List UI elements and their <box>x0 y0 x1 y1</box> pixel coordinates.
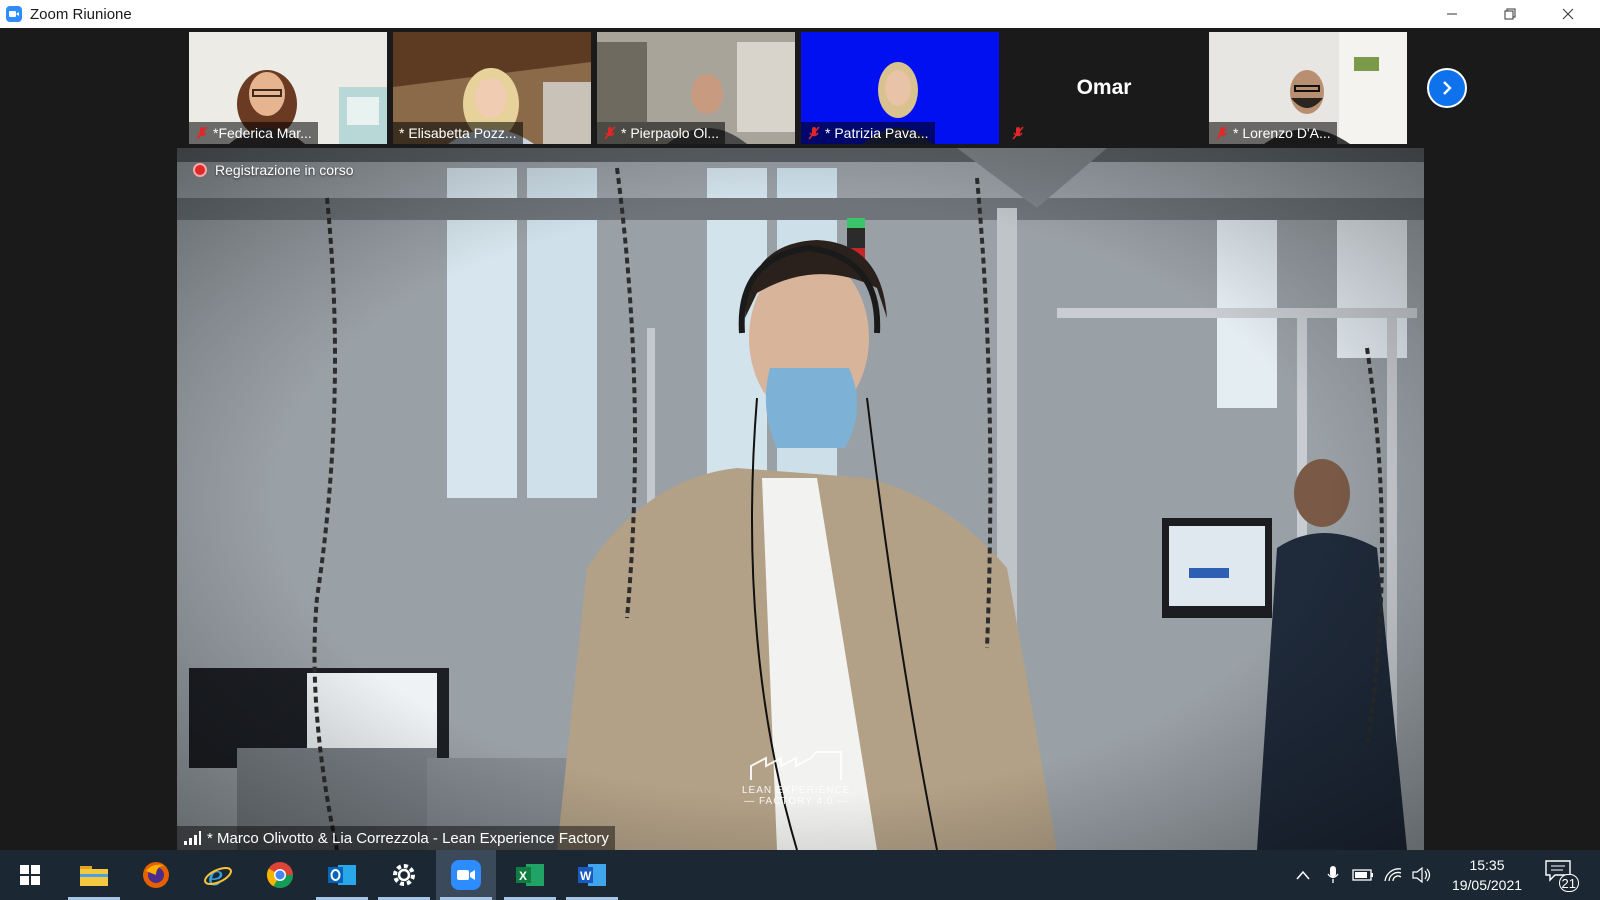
recording-status: Registrazione in corso <box>215 162 354 178</box>
minimize-icon[interactable] <box>1424 0 1480 28</box>
participant-name-bar: * Elisabetta Pozz... <box>393 122 523 144</box>
participant-name: *Federica Mar... <box>213 125 312 141</box>
participant-tile[interactable]: * Patrizia Pava... <box>801 32 999 144</box>
system-clock[interactable]: 15:35 19/05/2021 <box>1443 855 1531 895</box>
svg-text:W: W <box>580 869 592 883</box>
participant-name: * Pierpaolo Ol... <box>621 125 720 141</box>
firefox-icon[interactable] <box>126 850 186 900</box>
wifi-icon[interactable] <box>1381 850 1405 900</box>
participant-name-bar: * Lorenzo D'A... <box>1209 122 1337 144</box>
notification-count: 21 <box>1558 874 1579 892</box>
windows-taskbar: e X W 15:35 19/05/2021 21 <box>0 850 1600 900</box>
connection-signal-icon <box>184 831 201 845</box>
file-explorer-icon[interactable] <box>64 850 124 900</box>
gallery-next-button[interactable] <box>1427 68 1467 108</box>
settings-icon[interactable] <box>374 850 434 900</box>
battery-icon[interactable] <box>1350 850 1376 900</box>
window-title: Zoom Riunione <box>30 5 132 23</box>
participant-name-bar: *Federica Mar... <box>189 122 318 144</box>
meeting-stage: *Federica Mar... * Elisabetta Pozz... * … <box>0 28 1600 850</box>
muted-microphone-icon <box>808 126 820 140</box>
participant-name: Omar <box>1076 76 1132 99</box>
participant-name: * Lorenzo D'A... <box>1233 125 1331 141</box>
participant-name: * Patrizia Pava... <box>825 125 929 141</box>
participant-name-bar: * Pierpaolo Ol... <box>597 122 726 144</box>
participant-name: * Elisabetta Pozz... <box>399 125 517 141</box>
speaker-video-frame <box>177 148 1424 850</box>
participant-name-bar: * Patrizia Pava... <box>801 122 935 144</box>
speaker-name: * Marco Olivotto & Lia Correzzola - Lean… <box>207 829 609 847</box>
excel-icon[interactable]: X <box>500 850 560 900</box>
close-icon[interactable] <box>1540 0 1596 28</box>
svg-text:X: X <box>519 869 527 883</box>
participant-tile[interactable]: * Pierpaolo Ol... <box>597 32 795 144</box>
outlook-icon[interactable] <box>312 850 372 900</box>
participant-tile[interactable]: Omar <box>1005 32 1203 144</box>
active-speaker-video[interactable]: Registrazione in corso LEAN EXPERIENCE —… <box>177 148 1424 850</box>
internet-explorer-icon[interactable]: e <box>188 850 248 900</box>
muted-microphone-icon <box>196 126 208 140</box>
action-center-button[interactable]: 21 <box>1545 860 1581 892</box>
zoom-icon <box>6 6 22 22</box>
windows-start-icon[interactable] <box>0 850 60 900</box>
clock-time: 15:35 <box>1469 857 1505 873</box>
participant-tile[interactable]: * Elisabetta Pozz... <box>393 32 591 144</box>
muted-microphone-icon <box>1216 126 1228 140</box>
recording-icon <box>193 163 207 177</box>
muted-microphone-icon <box>604 126 616 140</box>
participant-tile[interactable]: *Federica Mar... <box>189 32 387 144</box>
microphone-icon[interactable] <box>1322 850 1344 900</box>
chrome-icon[interactable] <box>250 850 310 900</box>
watermark-line-2: — FACTORY 4.0 — <box>744 796 849 807</box>
active-speaker-label: * Marco Olivotto & Lia Correzzola - Lean… <box>177 826 615 850</box>
clock-date: 19/05/2021 <box>1451 877 1523 893</box>
watermark-line-1: LEAN EXPERIENCE <box>742 785 851 796</box>
muted-microphone-icon <box>1012 126 1024 140</box>
chevron-right-icon <box>1443 81 1452 95</box>
lean-experience-factory-logo: LEAN EXPERIENCE — FACTORY 4.0 — <box>742 748 850 807</box>
chevron-up-icon[interactable] <box>1292 850 1314 900</box>
zoom-taskbar-icon[interactable] <box>436 850 496 900</box>
recording-indicator[interactable]: Registrazione in corso <box>193 162 354 178</box>
word-icon[interactable]: W <box>562 850 622 900</box>
factory-logo-icon <box>750 751 843 780</box>
title-bar: Zoom Riunione <box>0 0 1600 28</box>
participant-name-bar <box>1005 122 1031 144</box>
volume-icon[interactable] <box>1410 850 1434 900</box>
participant-tile[interactable]: * Lorenzo D'A... <box>1209 32 1407 144</box>
restore-icon[interactable] <box>1482 0 1538 28</box>
